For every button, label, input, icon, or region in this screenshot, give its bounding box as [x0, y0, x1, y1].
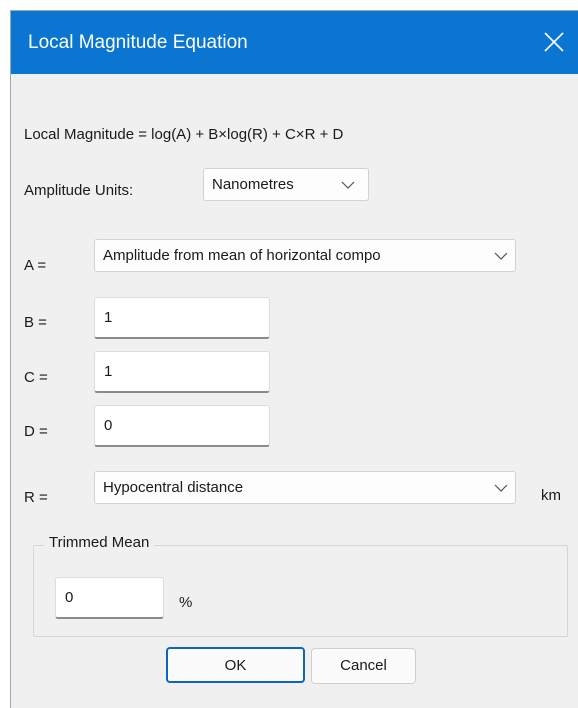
close-button[interactable] — [528, 11, 578, 74]
chevron-down-icon — [494, 484, 508, 492]
amplitude-units-value: Nanometres — [212, 176, 294, 193]
d-input[interactable]: 0 — [94, 405, 270, 447]
b-label: B = — [24, 314, 47, 331]
d-value: 0 — [104, 417, 113, 434]
cancel-button[interactable]: Cancel — [311, 648, 416, 684]
a-label: A = — [24, 257, 47, 274]
trimmed-mean-unit: % — [179, 594, 193, 611]
r-value: Hypocentral distance — [103, 479, 244, 496]
r-select[interactable]: Hypocentral distance — [94, 471, 516, 504]
r-label: R = — [24, 489, 48, 506]
ok-button[interactable]: OK — [166, 647, 305, 683]
c-value: 1 — [104, 363, 113, 380]
trimmed-mean-value: 0 — [65, 589, 74, 606]
r-unit-label: km — [541, 487, 561, 504]
window-title: Local Magnitude Equation — [28, 32, 248, 53]
b-input[interactable]: 1 — [94, 297, 270, 339]
a-value: Amplitude from mean of horizontal compo — [103, 247, 381, 264]
trimmed-mean-title: Trimmed Mean — [44, 534, 155, 551]
title-bar: Local Magnitude Equation — [11, 11, 578, 74]
amplitude-units-label: Amplitude Units: — [24, 182, 134, 199]
dialog-window: Local Magnitude Equation Local Magnitude… — [10, 10, 578, 708]
d-label: D = — [24, 423, 48, 440]
c-label: C = — [24, 369, 48, 386]
chevron-down-icon — [341, 181, 355, 189]
equation-text: Local Magnitude = log(A) + B×log(R) + C×… — [24, 126, 344, 143]
amplitude-units-select[interactable]: Nanometres — [203, 168, 369, 201]
b-value: 1 — [104, 309, 113, 326]
c-input[interactable]: 1 — [94, 351, 270, 393]
chevron-down-icon — [494, 252, 508, 260]
a-select[interactable]: Amplitude from mean of horizontal compo — [94, 239, 516, 272]
close-icon — [544, 32, 564, 52]
trimmed-mean-input[interactable]: 0 — [55, 577, 164, 619]
